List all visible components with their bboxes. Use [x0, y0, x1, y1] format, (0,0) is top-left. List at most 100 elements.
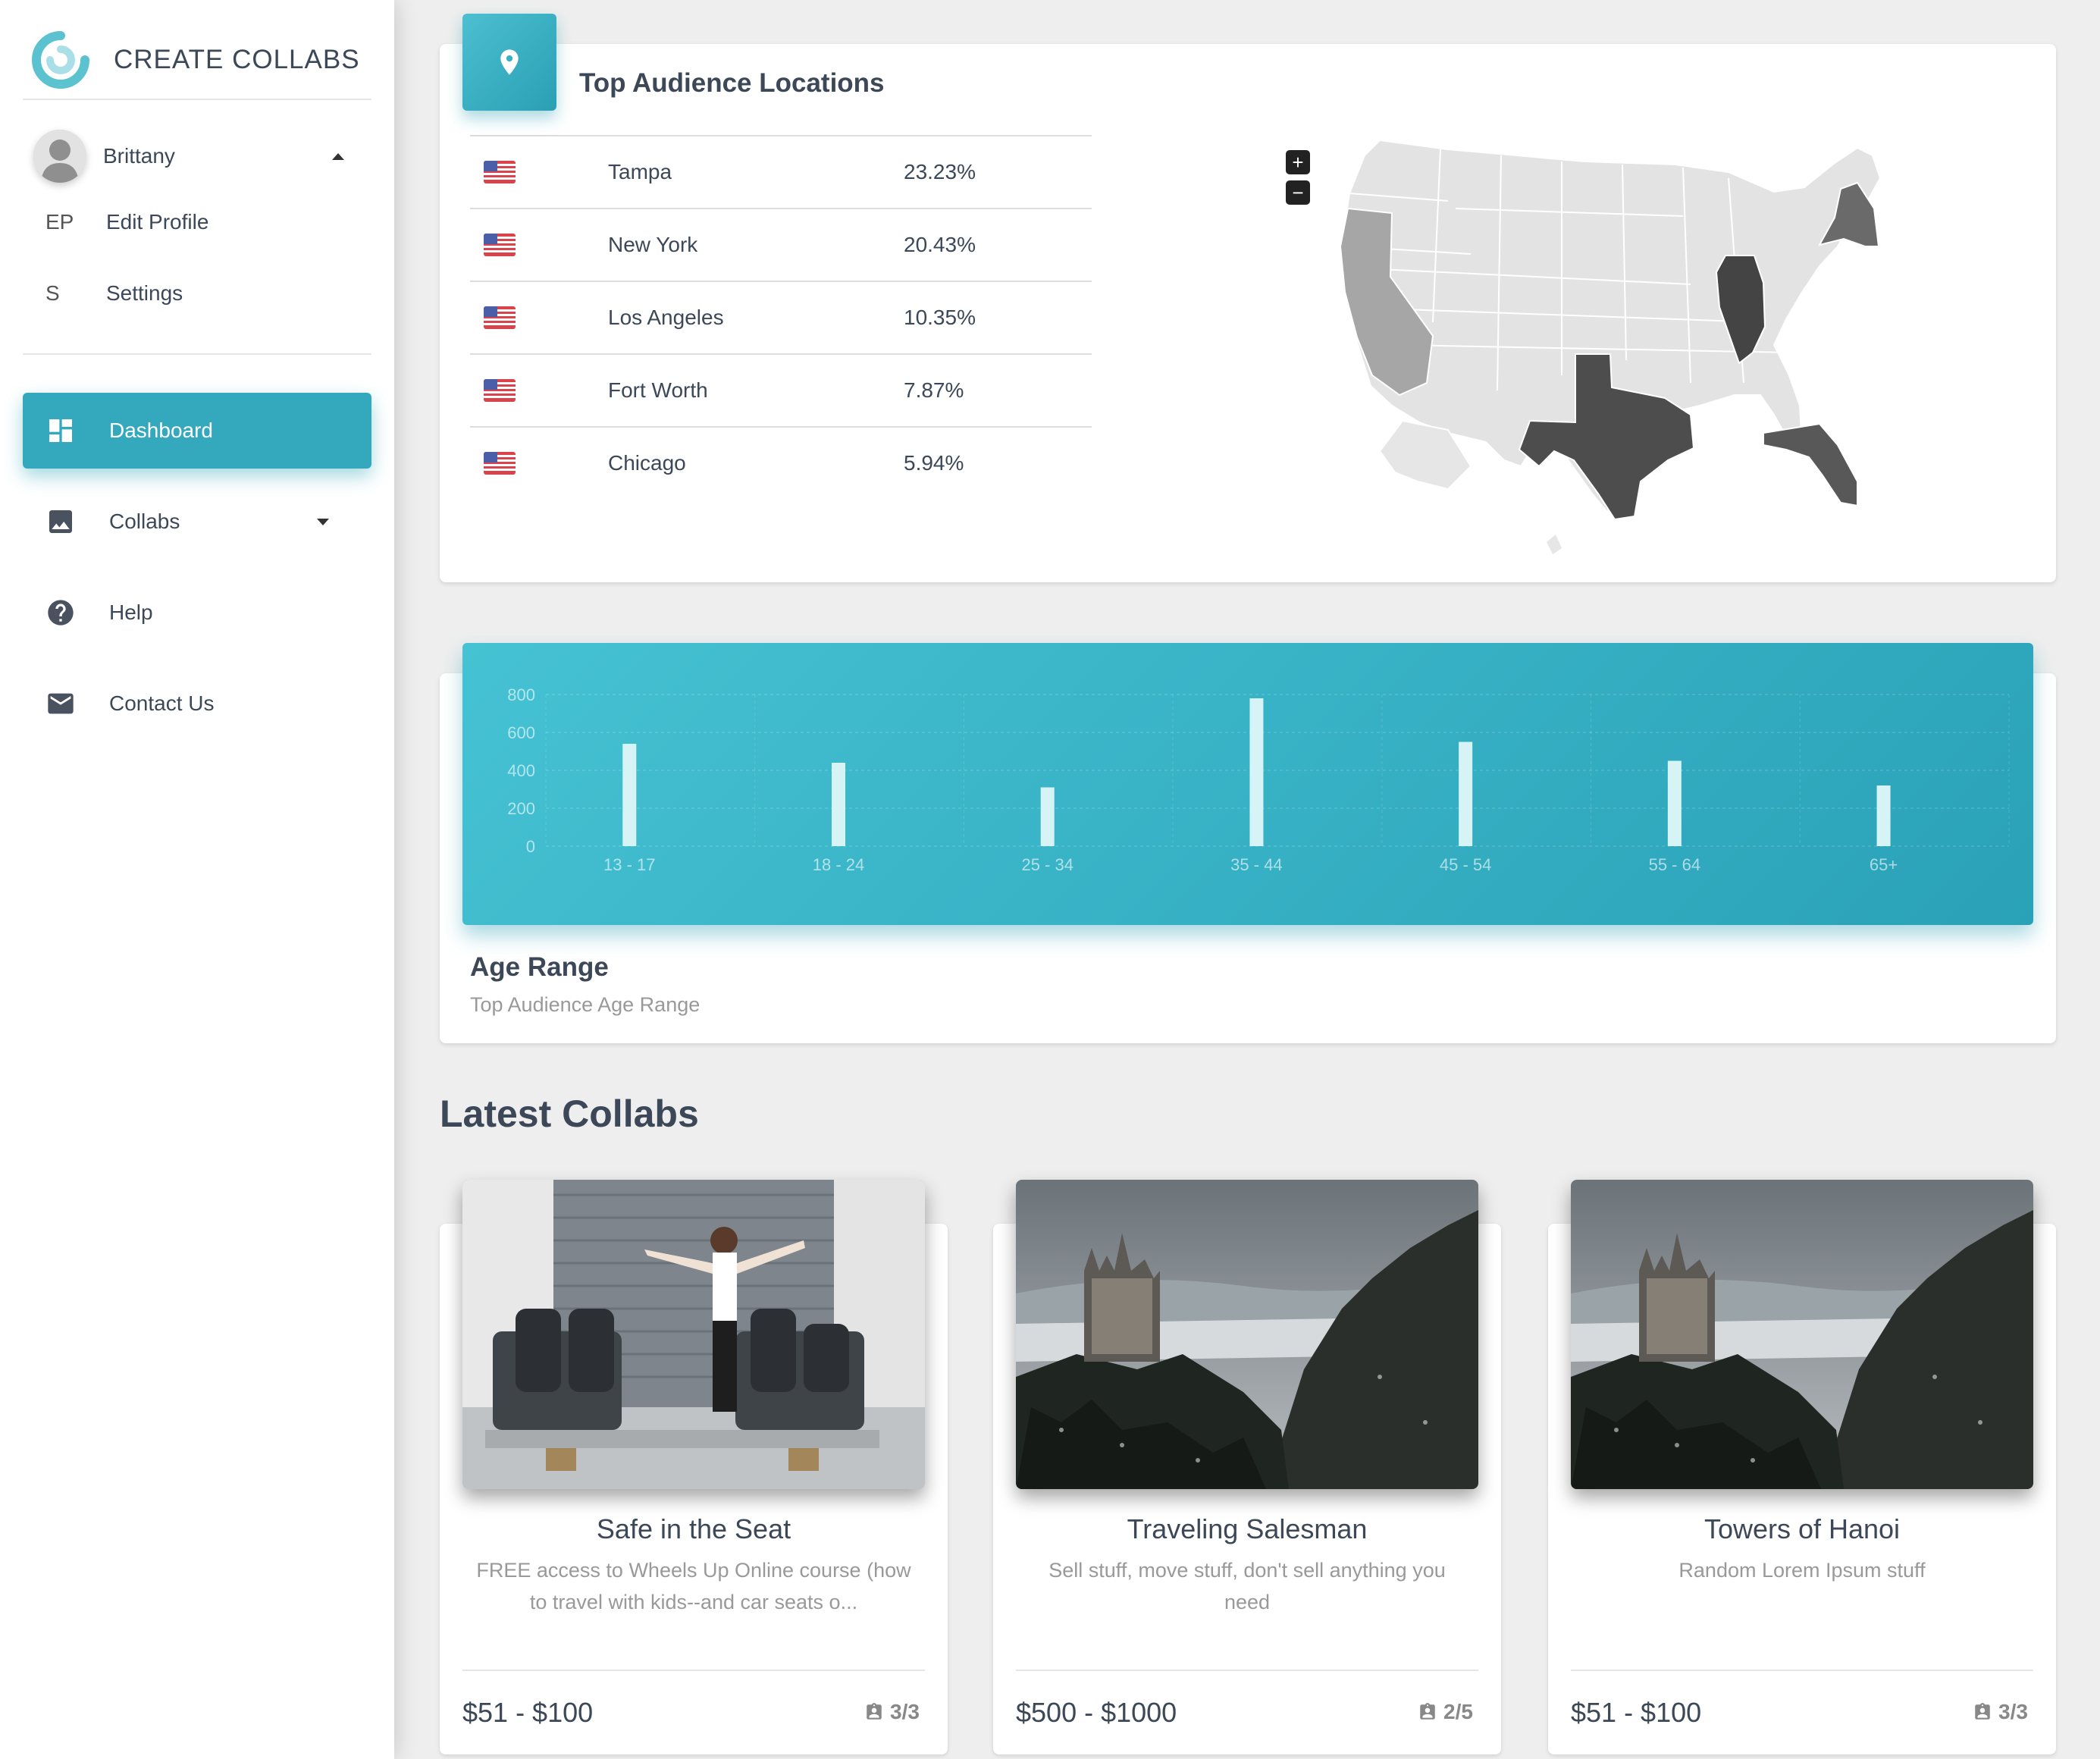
collab-slots: 3/3 — [864, 1700, 920, 1724]
edit-profile-abbr: EP — [45, 210, 74, 234]
chart-y-tick-label: 400 — [507, 761, 535, 780]
collab-image[interactable] — [462, 1180, 925, 1489]
chart-x-tick-label: 65+ — [1870, 855, 1898, 874]
location-percent: 20.43% — [904, 233, 976, 256]
age-range-chart: 800 600 400 200 0 13 - 17 18 - 24 25 - 34 35 - 4… — [462, 643, 2033, 925]
collab-slots-value: 3/3 — [1998, 1700, 2028, 1723]
collab-price: $51 - $100 — [462, 1697, 594, 1728]
chart-y-tick-label: 600 — [507, 723, 535, 742]
location-city: Los Angeles — [608, 306, 724, 329]
table-row: New York 20.43% — [470, 208, 1092, 281]
collab-title[interactable]: Traveling Salesman — [1016, 1513, 1478, 1545]
chart-bar[interactable] — [622, 744, 637, 846]
collab-image[interactable] — [1016, 1180, 1478, 1489]
location-percent: 10.35% — [904, 306, 976, 329]
map-region-hawaii — [1547, 535, 1562, 554]
clipboard-person-icon — [1975, 1703, 1990, 1720]
chart-bar[interactable] — [1876, 785, 1891, 846]
sidebar-item-label: Collabs — [109, 510, 180, 533]
location-percent: 5.94% — [904, 451, 964, 475]
locations-badge — [462, 14, 556, 111]
sidebar-item-contact-us[interactable]: Contact Us — [23, 666, 371, 742]
castle-landscape-photo-icon — [1571, 1180, 2033, 1489]
table-row: Tampa 23.23% — [470, 135, 1092, 208]
mail-icon — [48, 693, 74, 714]
chart-x-tick-label: 45 - 54 — [1440, 855, 1492, 874]
collab-price: $51 - $100 — [1571, 1697, 1702, 1728]
chart-bar[interactable] — [1667, 760, 1682, 847]
age-range-title: Age Range — [470, 952, 609, 982]
collab-title[interactable]: Safe in the Seat — [462, 1513, 925, 1545]
castle-landscape-photo-icon — [1016, 1180, 1478, 1489]
locations-table: Tampa 23.23% New York 20.43% Los Angeles… — [470, 135, 1092, 499]
location-pin-icon — [500, 49, 519, 75]
clipboard-person-icon — [1420, 1703, 1435, 1720]
latest-collabs-title: Latest Collabs — [440, 1093, 699, 1135]
sidebar-item-label: Contact Us — [109, 691, 215, 715]
sidebar-item-help[interactable]: Help — [23, 575, 371, 651]
avatar-person-icon — [33, 130, 86, 183]
chart-x-tick-label: 35 - 44 — [1230, 855, 1283, 874]
sidebar-item-dashboard[interactable]: Dashboard — [23, 393, 371, 469]
collab-description: FREE access to Wheels Up Online course (… — [476, 1559, 911, 1613]
location-city: Tampa — [608, 160, 672, 183]
sidebar-divider — [23, 353, 371, 355]
car-seats-photo-icon — [462, 1180, 925, 1489]
collab-slots-value: 3/3 — [890, 1700, 920, 1723]
location-city: Fort Worth — [608, 378, 708, 402]
brand[interactable]: CREATE COLLABS — [23, 21, 371, 100]
avatar — [33, 130, 86, 183]
location-city: New York — [608, 233, 698, 256]
dashboard-icon — [49, 419, 72, 442]
us-map[interactable] — [1334, 133, 1971, 565]
sidebar-item-collabs[interactable]: Collabs — [23, 484, 371, 560]
locations-title: Top Audience Locations — [579, 68, 885, 98]
map-zoom-out-button[interactable]: − — [1286, 180, 1310, 205]
chart-x-tick-label: 25 - 34 — [1021, 855, 1074, 874]
collab-description: Random Lorem Ipsum stuff — [1678, 1559, 1926, 1582]
settings-abbr: S — [45, 281, 60, 305]
chart-bar[interactable] — [1459, 742, 1473, 847]
us-flag-icon — [484, 452, 516, 475]
settings-link[interactable]: S Settings — [45, 274, 183, 312]
user-name: Brittany — [103, 144, 175, 168]
brand-name: CREATE COLLABS — [114, 45, 360, 74]
location-percent: 7.87% — [904, 378, 964, 402]
collab-divider — [1016, 1670, 1478, 1671]
chart-bar[interactable] — [1249, 698, 1264, 846]
sidebar-item-label: Help — [109, 600, 153, 624]
collab-slots: 3/3 — [1973, 1700, 2028, 1724]
edit-profile-label: Edit Profile — [106, 210, 209, 234]
age-range-subtitle: Top Audience Age Range — [470, 993, 701, 1016]
collab-image[interactable] — [1571, 1180, 2033, 1489]
us-flag-icon — [484, 234, 516, 256]
map-region-florida — [1763, 422, 1858, 507]
user-menu-toggle[interactable]: Brittany — [33, 129, 352, 183]
chart-x-tick-label: 18 - 24 — [813, 855, 865, 874]
us-flag-icon — [484, 306, 516, 329]
edit-profile-link[interactable]: EP Edit Profile — [45, 203, 208, 241]
chart-y-tick-label: 200 — [507, 799, 535, 818]
map-zoom-in-button[interactable]: + — [1286, 150, 1310, 174]
table-row: Los Angeles 10.35% — [470, 281, 1092, 353]
chart-x-tick-label: 13 - 17 — [603, 855, 656, 874]
collab-slots-value: 2/5 — [1443, 1700, 1473, 1723]
caret-down-icon — [317, 518, 329, 525]
sidebar-item-label: Dashboard — [109, 419, 213, 442]
chart-x-tick-label: 55 - 64 — [1649, 855, 1701, 874]
table-row: Fort Worth 7.87% — [470, 353, 1092, 426]
chart-bar[interactable] — [832, 763, 845, 846]
us-flag-icon — [484, 161, 516, 183]
settings-label: Settings — [106, 281, 183, 305]
clipboard-person-icon — [867, 1703, 882, 1720]
collab-price: $500 - $1000 — [1016, 1697, 1177, 1728]
chart-y-tick-label: 0 — [526, 837, 535, 856]
collab-description: Sell stuff, move stuff, don't sell anyth… — [1048, 1559, 1446, 1613]
brand-logo-icon — [32, 31, 89, 89]
collab-title[interactable]: Towers of Hanoi — [1571, 1513, 2033, 1545]
help-icon — [48, 600, 74, 626]
table-row: Chicago 5.94% — [470, 426, 1092, 499]
image-icon — [49, 510, 72, 533]
chart-bar[interactable] — [1040, 787, 1055, 847]
chart-y-tick-label: 800 — [507, 685, 535, 704]
